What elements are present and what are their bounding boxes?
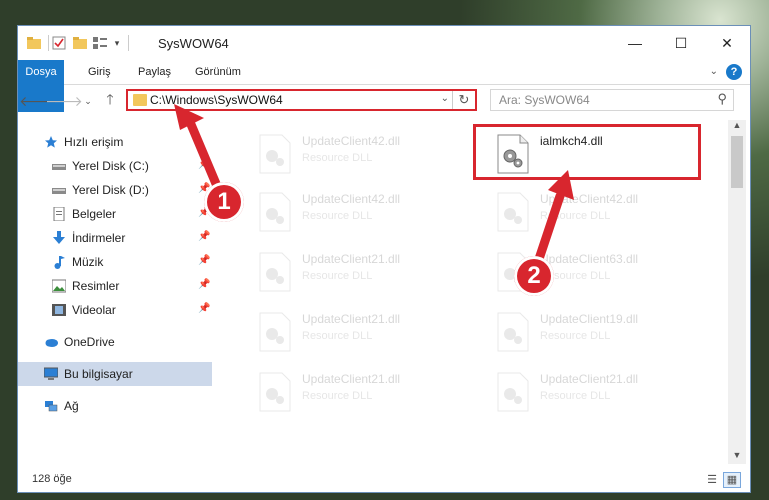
step-1-badge: 1 (204, 182, 244, 222)
step-2-badge: 2 (514, 256, 554, 296)
annotation-arrows (174, 104, 574, 273)
